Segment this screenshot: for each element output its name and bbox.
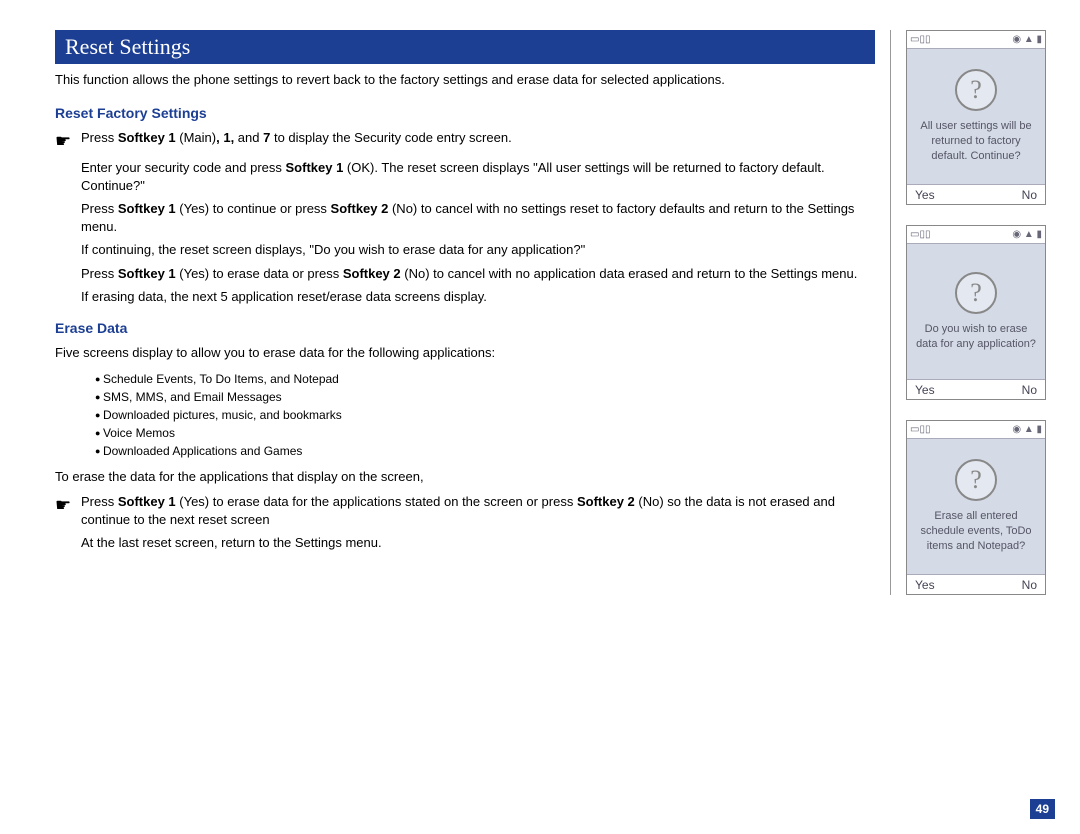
dialog-message: Do you wish to erase data for any applic… xyxy=(915,322,1037,352)
question-icon: ? xyxy=(955,69,997,111)
body-text: Press Softkey 1 (Yes) to continue or pre… xyxy=(81,200,875,235)
list-item: Downloaded Applications and Games xyxy=(95,442,875,460)
body-text: To erase the data for the applications t… xyxy=(55,468,875,486)
list-item: SMS, MMS, and Email Messages xyxy=(95,388,875,406)
status-icons-right: ◉ ▲ ▮ xyxy=(1012,34,1042,45)
step-row: ☛ Press Softkey 1 (Yes) to erase data fo… xyxy=(55,493,875,528)
intro-text: This function allows the phone settings … xyxy=(55,72,875,89)
status-icons-left: ▭▯▯ xyxy=(910,34,930,45)
status-icons-right: ◉ ▲ ▮ xyxy=(1012,424,1042,435)
list-item: Voice Memos xyxy=(95,424,875,442)
phone-screenshot: ▭▯▯ ◉ ▲ ▮ ? Erase all entered schedule ev… xyxy=(906,420,1046,595)
section-heading-erase: Erase Data xyxy=(55,320,875,336)
body-text: Enter your security code and press Softk… xyxy=(81,159,875,194)
pointer-icon: ☛ xyxy=(55,129,81,153)
body-text: If erasing data, the next 5 application … xyxy=(81,288,875,306)
body-text: At the last reset screen, return to the … xyxy=(81,534,875,552)
dialog-message: All user settings will be returned to fa… xyxy=(915,119,1037,164)
body-text: If continuing, the reset screen displays… xyxy=(81,241,875,259)
body-text: Press Softkey 1 (Yes) to erase data or p… xyxy=(81,265,875,283)
status-icons-left: ▭▯▯ xyxy=(910,229,930,240)
body-text: Five screens display to allow you to era… xyxy=(55,344,875,362)
status-icons-right: ◉ ▲ ▮ xyxy=(1012,229,1042,240)
softkey-right: No xyxy=(1022,578,1037,592)
list-item: Downloaded pictures, music, and bookmark… xyxy=(95,406,875,424)
step-row: ☛ Press Softkey 1 (Main), 1, and 7 to di… xyxy=(55,129,875,153)
list-item: Schedule Events, To Do Items, and Notepa… xyxy=(95,370,875,388)
section-heading-reset: Reset Factory Settings xyxy=(55,105,875,121)
pointer-icon: ☛ xyxy=(55,493,81,528)
page-title: Reset Settings xyxy=(55,30,875,64)
status-icons-left: ▭▯▯ xyxy=(910,424,930,435)
question-icon: ? xyxy=(955,272,997,314)
page-number: 49 xyxy=(1030,799,1055,819)
softkey-right: No xyxy=(1022,383,1037,397)
softkey-left: Yes xyxy=(915,578,935,592)
softkey-right: No xyxy=(1022,188,1037,202)
question-icon: ? xyxy=(955,459,997,501)
phone-screenshot: ▭▯▯ ◉ ▲ ▮ ? All user settings will be ret… xyxy=(906,30,1046,205)
bullet-list: Schedule Events, To Do Items, and Notepa… xyxy=(95,370,875,460)
softkey-left: Yes xyxy=(915,188,935,202)
softkey-left: Yes xyxy=(915,383,935,397)
phone-screenshot: ▭▯▯ ◉ ▲ ▮ ? Do you wish to erase data for… xyxy=(906,225,1046,400)
dialog-message: Erase all entered schedule events, ToDo … xyxy=(915,509,1037,554)
